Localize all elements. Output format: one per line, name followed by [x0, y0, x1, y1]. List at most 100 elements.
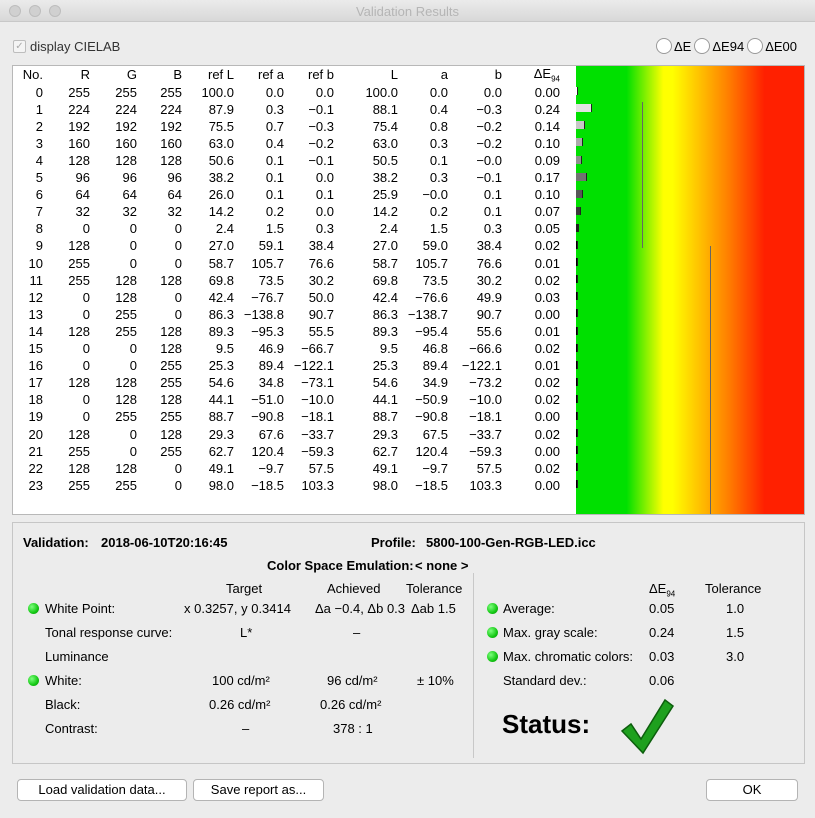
radio-de00[interactable]	[747, 38, 764, 54]
cell-ref-l: 50.6	[208, 153, 234, 169]
cell-ref-l: 9.5	[215, 341, 234, 357]
gray-label: Max. gray scale:	[503, 625, 598, 640]
cell-ref-b: 0.3	[315, 221, 334, 237]
cell-a: 46.8	[422, 341, 448, 357]
cell-g: 0	[129, 426, 137, 442]
cell-b-measured: −18.1	[469, 409, 502, 425]
cell-ref-a: −95.3	[251, 323, 284, 339]
cell-b-measured: −122.1	[461, 358, 502, 374]
white-point-tolerance: Δab 1.5	[411, 601, 456, 616]
cell-g: 0	[129, 341, 137, 357]
cell-ref-l: 62.7	[208, 443, 234, 459]
cell-l: 14.2	[372, 204, 398, 220]
chromatic-tolerance: 3.0	[726, 649, 745, 664]
radio-de00-label: ΔE00	[765, 38, 798, 54]
cell-ref-b: −0.1	[308, 101, 334, 117]
cell-r: 64	[75, 187, 90, 203]
delta-e-bar	[576, 343, 578, 352]
cell-ref-b: −59.3	[301, 443, 334, 459]
cell-a: 34.9	[422, 375, 448, 391]
table-row: 5 96 96 96 38.2 0.1 0.0 38.2 0.3 −0.1 0.17	[13, 169, 560, 186]
cell-b-measured: −0.1	[476, 170, 502, 186]
delta-e-bar	[576, 326, 578, 335]
save-report-button[interactable]: Save report as...	[193, 779, 324, 801]
display-cielab-checkbox[interactable]: ✓	[13, 39, 26, 53]
white-point-status-icon	[28, 603, 39, 614]
cell-a: 0.1	[429, 153, 448, 169]
col-header-ref-b: ref b	[307, 67, 334, 83]
status-check-icon	[620, 698, 675, 755]
delta-e-bar	[576, 241, 578, 249]
table-header-row: No. R G B ref L ref a ref b L a b ΔE94	[13, 66, 560, 84]
delta-e-bar	[576, 189, 583, 198]
table-row: 18 0 128 128 44.1 −51.0 −10.0 44.1 −50.9 −10.0 0.0…	[13, 391, 560, 408]
cell-ref-a: 120.4	[251, 443, 284, 459]
cell-b: 255	[160, 375, 182, 391]
cell-ref-b: −73.1	[301, 375, 334, 391]
cell-ref-l: 27.0	[208, 238, 234, 254]
ok-button[interactable]: OK	[706, 779, 798, 801]
cell-ref-l: 44.1	[208, 392, 234, 408]
display-cielab-option[interactable]: ✓ display CIELAB	[13, 36, 120, 56]
cell-b-measured: 0.1	[483, 204, 502, 220]
cell-r: 0	[82, 221, 90, 237]
cell-ref-b: 90.7	[308, 306, 334, 322]
cell-b-measured: −73.2	[469, 375, 502, 391]
load-validation-data-button[interactable]: Load validation data...	[17, 779, 187, 801]
table-row: 15 0 0 128 9.5 46.9 −66.7 9.5 46.8 −66.6 0.02	[13, 340, 560, 357]
cell-l: 98.0	[372, 477, 398, 493]
cell-l: 9.5	[379, 341, 398, 357]
cell-ref-l: 86.3	[208, 306, 234, 322]
cell-b: 64	[167, 187, 182, 203]
cell-ref-a: 0.1	[265, 170, 284, 186]
cell-l: 88.1	[372, 101, 398, 117]
cell-r: 0	[82, 341, 90, 357]
cell-g: 96	[122, 170, 137, 186]
cell-a: 0.3	[429, 170, 448, 186]
cell-b: 96	[167, 170, 182, 186]
delta-e-gradient-scale	[576, 66, 804, 514]
table-row: 21 255 0 255 62.7 120.4 −59.3 62.7 120.4 −59.3 0.0…	[13, 443, 560, 460]
cell-g: 0	[129, 255, 137, 271]
cell-ref-b: 0.0	[315, 170, 334, 186]
summary-divider	[473, 573, 474, 758]
cell-r: 32	[75, 204, 90, 220]
cell-a: 89.4	[422, 358, 448, 374]
cell-no: 9	[35, 238, 43, 254]
cell-b-measured: −0.2	[476, 118, 502, 134]
radio-de94[interactable]	[694, 38, 711, 54]
cell-b: 0	[174, 477, 182, 493]
col-header-l: L	[390, 67, 398, 83]
table-row: 22 128 128 0 49.1 −9.7 57.5 49.1 −9.7 57.5 0.02	[13, 460, 560, 477]
cell-b: 255	[160, 84, 182, 100]
cell-a: −138.7	[407, 306, 448, 322]
white-point-target: x 0.3257, y 0.3414	[184, 601, 291, 616]
cell-b-measured: 0.1	[483, 187, 502, 203]
cell-b: 0	[174, 238, 182, 254]
cell-ref-a: −51.0	[251, 392, 284, 408]
cell-ref-a: −9.7	[258, 460, 284, 476]
cell-g: 224	[115, 101, 137, 117]
cell-ref-b: −0.3	[308, 118, 334, 134]
cell-ref-a: 0.4	[265, 135, 284, 151]
cell-ref-a: −18.5	[251, 477, 284, 493]
delta-e-bar	[576, 377, 578, 386]
table-row: 6 64 64 64 26.0 0.1 0.1 25.9 −0.0 0.1 0.10	[13, 186, 560, 203]
cell-no: 8	[35, 221, 43, 237]
cell-a: 0.0	[429, 84, 448, 100]
delta-e-bar	[576, 360, 578, 369]
cell-no: 18	[28, 392, 43, 408]
cell-delta-e: 0.24	[534, 101, 560, 117]
radio-de[interactable]	[656, 38, 672, 54]
cell-delta-e: 0.02	[534, 392, 560, 408]
cell-r: 255	[68, 443, 90, 459]
title-bar[interactable]: Validation Results	[0, 0, 815, 22]
cell-g: 255	[115, 306, 137, 322]
average-value: 0.05	[649, 601, 675, 616]
cell-b: 224	[160, 101, 182, 117]
gray-value: 0.24	[649, 625, 675, 640]
emulation-label: Color Space Emulation:	[267, 558, 414, 573]
delta-e-bar	[576, 429, 578, 438]
cell-no: 6	[35, 187, 43, 203]
cell-l: 25.9	[372, 187, 398, 203]
